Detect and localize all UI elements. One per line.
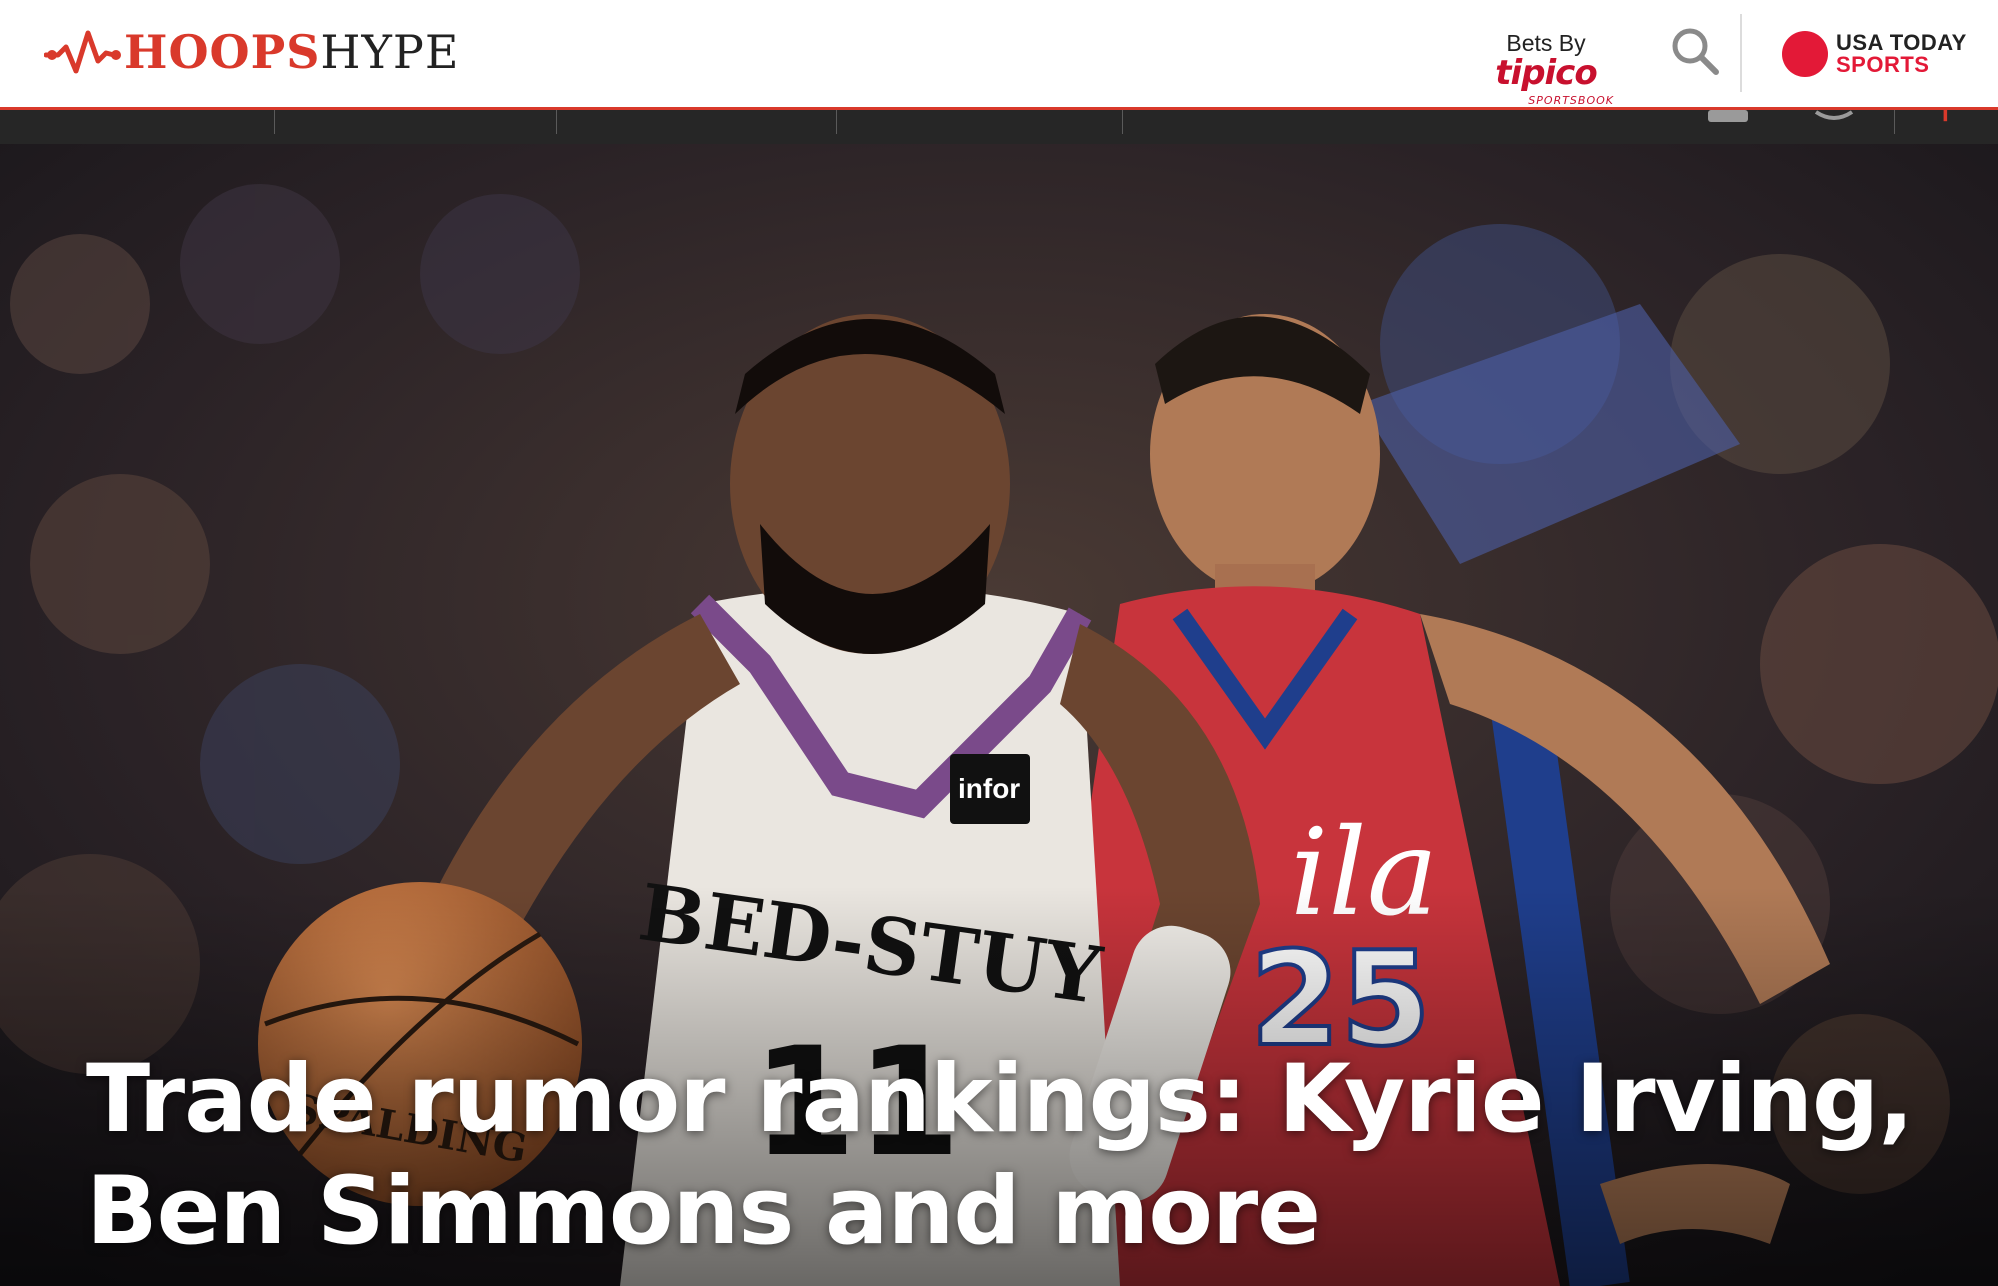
- article-headline[interactable]: Trade rumor rankings: Kyrie Irving, Ben …: [86, 1044, 1926, 1268]
- article-hero: ila 25 infor BED-STUY 11 SPALDING Tr: [0, 144, 1998, 1286]
- usa-today-dot-icon: [1782, 31, 1828, 77]
- tipico-logo: tipico: [1495, 53, 1597, 93]
- usa-today-sports-wordmark: USA TODAY SPORTS: [1836, 32, 1967, 76]
- nav-separator: [556, 110, 557, 134]
- search-button[interactable]: [1668, 24, 1722, 78]
- logo-text-hoops: HOOPS: [124, 25, 321, 79]
- bets-by-tipico-link[interactable]: Bets By tipico SPORTSBOOK: [1476, 30, 1616, 110]
- usa-today-sports-logo[interactable]: USA TODAY SPORTS: [1782, 28, 1967, 80]
- pulse-icon: [44, 30, 121, 74]
- nav-separator: [1122, 110, 1123, 134]
- nav-separator: [1894, 110, 1895, 134]
- notification-icon[interactable]: [1936, 110, 1954, 124]
- header-divider: [1740, 14, 1742, 92]
- sports-label: SPORTS: [1836, 52, 1930, 77]
- facebook-icon[interactable]: [1706, 110, 1750, 124]
- usa-today-label: USA TODAY: [1836, 30, 1967, 55]
- nav-separator: [274, 110, 275, 134]
- search-icon: [1672, 28, 1719, 75]
- nav-separator: [836, 110, 837, 134]
- tipico-sportsbook-label: SPORTSBOOK: [1528, 94, 1614, 107]
- hoopshype-logo[interactable]: HOOPS HYPE: [44, 22, 459, 82]
- twitter-icon[interactable]: [1812, 110, 1856, 124]
- logo-text-hype: HYPE: [320, 25, 460, 79]
- section-nav-strip: [0, 110, 1998, 144]
- site-header: HOOPS HYPE Bets By tipico SPORTSBOOK USA …: [0, 0, 1998, 110]
